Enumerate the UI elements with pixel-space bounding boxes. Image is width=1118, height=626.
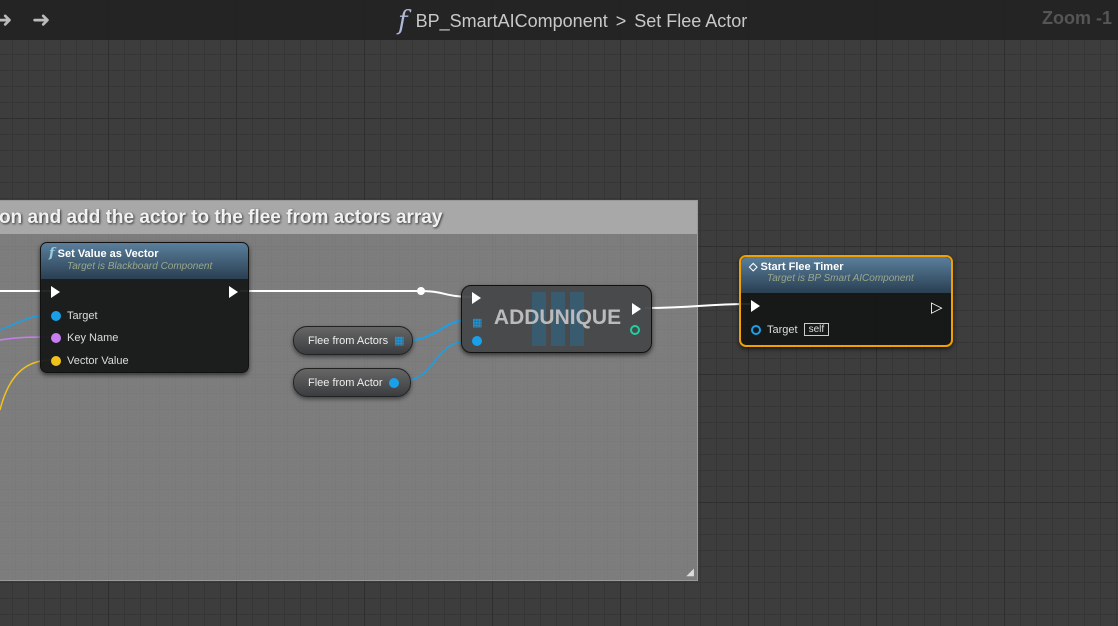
reroute-knot: [417, 287, 425, 295]
variable-label: Flee from Actors: [308, 334, 389, 347]
flee-from-actors-variable[interactable]: Flee from Actors ▦: [293, 326, 413, 355]
node-title: ADDUNIQUE: [493, 306, 622, 329]
array-grid-icon[interactable]: ▦: [394, 334, 404, 347]
pin-label: Key Name: [67, 332, 119, 344]
pin-label: Target: [67, 310, 98, 322]
flee-from-actor-variable[interactable]: Flee from Actor: [293, 368, 411, 397]
exec-out-pin[interactable]: [632, 303, 641, 315]
exec-out-pin[interactable]: ▷: [931, 298, 943, 316]
target-pin[interactable]: [751, 324, 761, 335]
return-index-pin[interactable]: [630, 325, 640, 335]
function-icon: f: [49, 246, 55, 261]
target-default-value[interactable]: self: [803, 323, 830, 336]
node-title: Set Value as Vector: [57, 248, 159, 260]
event-diamond-icon: ◇: [749, 261, 758, 273]
exec-in-pin[interactable]: [751, 300, 760, 312]
start-flee-timer-node[interactable]: ◇ Start Flee Timer Target is BP Smart AI…: [739, 255, 953, 347]
object-pin[interactable]: [388, 377, 399, 388]
addunique-node[interactable]: ADDUNIQUE ▦: [461, 285, 652, 353]
exec-in-pin[interactable]: [51, 286, 60, 298]
pin-label: Vector Value: [67, 355, 129, 367]
node-subtitle: Target is BP Smart AIComponent: [767, 273, 914, 284]
exec-in-pin[interactable]: [472, 292, 481, 304]
key-name-pin[interactable]: [51, 333, 61, 343]
pin-label: Target: [767, 323, 798, 336]
target-pin[interactable]: [51, 311, 61, 321]
array-pin[interactable]: ▦: [472, 316, 482, 329]
exec-wire-addunique: [240, 290, 473, 298]
exec-out-pin[interactable]: [229, 286, 238, 298]
set-value-as-vector-node[interactable]: f Set Value as Vector Target is Blackboa…: [40, 242, 249, 373]
node-subtitle: Target is Blackboard Component: [67, 261, 213, 272]
vector-value-pin[interactable]: [51, 356, 61, 366]
item-pin[interactable]: [472, 336, 482, 346]
node-title: Start Flee Timer: [760, 261, 844, 273]
variable-label: Flee from Actor: [308, 376, 383, 389]
exec-wire-timer: [644, 303, 751, 309]
